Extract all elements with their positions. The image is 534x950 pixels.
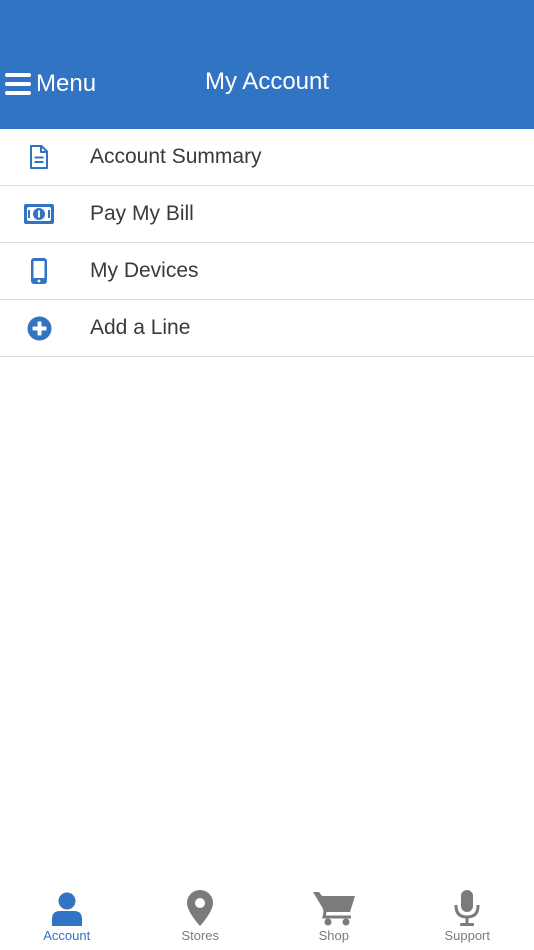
list-item-label: My Devices [90,259,199,282]
tab-account[interactable]: Account [0,880,134,950]
phone-icon [20,256,58,286]
list-item-label: Add a Line [90,316,191,339]
app-screen: Menu My Account Account Summary Pay My B… [0,0,534,950]
page-title: My Account [204,68,330,95]
plus-circle-icon [20,313,58,343]
list-item-pay-my-bill[interactable]: Pay My Bill [0,186,534,243]
tab-label: Support [444,928,491,943]
tab-shop[interactable]: Shop [267,880,401,950]
list-item-add-a-line[interactable]: Add a Line [0,300,534,357]
account-menu-list: Account Summary Pay My Bill My Devices A… [0,129,534,357]
microphone-icon [401,888,534,926]
header-bar: Menu My Account [0,0,534,129]
tab-support[interactable]: Support [401,880,534,950]
list-item-my-devices[interactable]: My Devices [0,243,534,300]
cart-icon [267,888,401,926]
money-icon [20,199,58,229]
document-icon [20,142,58,172]
tab-label: Stores [181,928,220,943]
tab-label: Account [43,928,91,943]
tab-stores[interactable]: Stores [134,880,268,950]
location-pin-icon [134,888,268,926]
list-item-label: Pay My Bill [90,202,194,225]
person-icon [0,888,134,926]
tab-label: Shop [318,928,349,943]
tab-bar: Account Stores Shop Support [0,880,534,950]
list-item-account-summary[interactable]: Account Summary [0,129,534,186]
list-item-label: Account Summary [90,145,262,168]
